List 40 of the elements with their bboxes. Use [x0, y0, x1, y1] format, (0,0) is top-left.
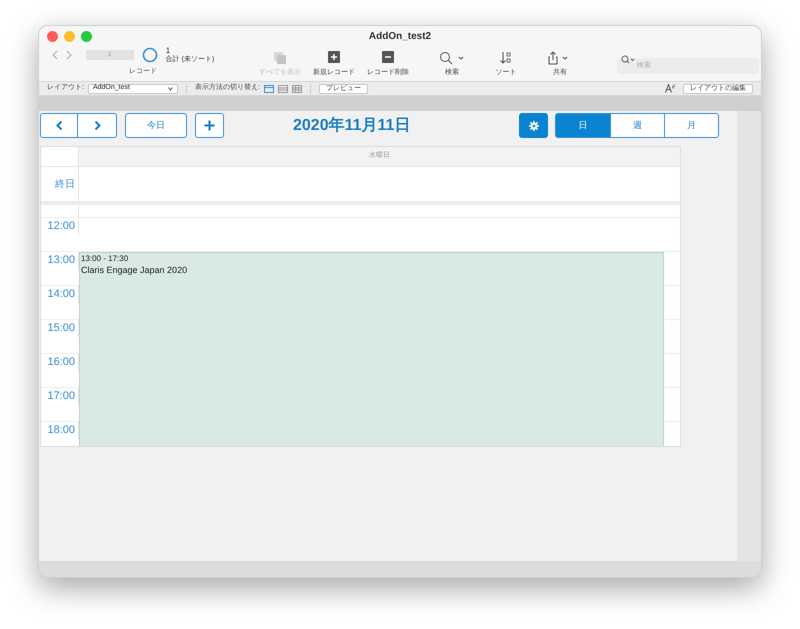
text-format-icon — [665, 84, 675, 93]
event-title: Claris Engage Japan 2020 — [81, 264, 188, 276]
previous-icon — [52, 50, 58, 60]
event-time: 13:00 - 17:30 — [81, 254, 130, 264]
settings-icon — [528, 120, 538, 130]
sort-icon — [499, 51, 513, 65]
hour-label: 17:00 — [47, 389, 75, 404]
chevron-left-icon — [56, 120, 62, 131]
minimize-button[interactable] — [64, 30, 75, 42]
hour-label: 18:00 — [47, 423, 75, 438]
search-icon — [439, 51, 465, 65]
record-count: 1 — [166, 46, 172, 55]
hour-label: 12:00 — [47, 219, 75, 234]
form-view-icon[interactable] — [264, 84, 274, 92]
zoom-button[interactable] — [81, 30, 92, 42]
plus-icon — [204, 120, 215, 131]
hour-label: 13:00 — [47, 253, 75, 268]
calendar-event[interactable]: 13:00 - 17:30 Claris Engage Japan 2020 — [79, 252, 664, 446]
table-view-icon[interactable] — [292, 84, 302, 92]
progress-ring-icon — [142, 47, 158, 63]
close-button[interactable] — [47, 30, 58, 42]
next-icon — [66, 50, 72, 60]
plus-icon — [328, 51, 340, 63]
list-view-icon[interactable] — [278, 84, 288, 92]
view-tab[interactable]: 日 — [556, 114, 610, 137]
search-icon — [621, 55, 635, 64]
today-button[interactable]: 今日 — [125, 113, 187, 138]
chevron-right-icon — [94, 120, 100, 131]
view-tab[interactable]: 月 — [664, 114, 718, 137]
hour-label: 16:00 — [47, 355, 75, 370]
stack-icon — [273, 51, 287, 65]
chevron-icon — [168, 86, 173, 90]
settings-button[interactable] — [519, 113, 548, 138]
date-title: 2020年11月11日 — [293, 116, 410, 136]
minus-icon — [382, 51, 394, 63]
window-title: AddOn_test2 — [368, 30, 432, 44]
all-day-label: 終日 — [55, 178, 75, 192]
hour-label: 14:00 — [47, 287, 75, 302]
hour-label: 15:00 — [47, 321, 75, 336]
add-button[interactable] — [195, 113, 224, 138]
